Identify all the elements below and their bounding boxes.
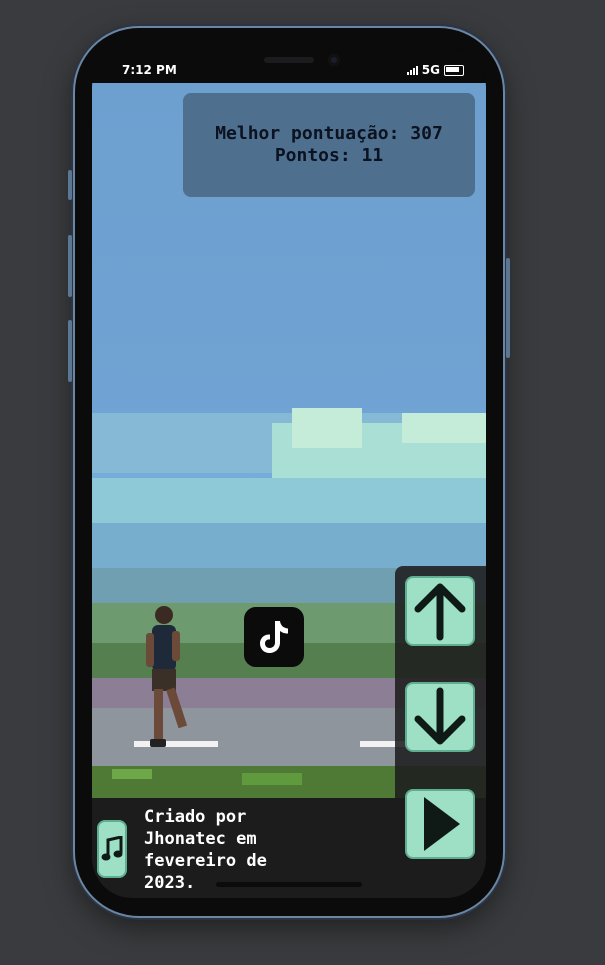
tiktok-logo-icon bbox=[260, 621, 288, 653]
play-button-face[interactable] bbox=[405, 789, 475, 859]
score-panel: Melhor pontuação: 307 Pontos: 11 bbox=[183, 93, 475, 197]
phone-screen: 7:12 PM 5G Melhor pontuação: 307 Pontos:… bbox=[92, 47, 486, 898]
tiktok-icon[interactable] bbox=[244, 607, 304, 667]
play-icon bbox=[424, 797, 460, 851]
grass-tuft bbox=[242, 773, 302, 785]
music-button[interactable] bbox=[97, 820, 127, 878]
cloud bbox=[402, 413, 486, 443]
home-indicator bbox=[216, 882, 362, 887]
volume-down-button bbox=[68, 320, 72, 382]
down-button[interactable] bbox=[405, 682, 475, 752]
controls-panel bbox=[395, 566, 486, 798]
speaker bbox=[264, 57, 314, 63]
camera bbox=[328, 54, 340, 66]
network-label: 5G bbox=[421, 63, 440, 77]
best-score: Melhor pontuação: 307 bbox=[215, 123, 443, 144]
volume-up-button bbox=[68, 235, 72, 297]
signal-icon bbox=[406, 65, 418, 75]
arrow-up-icon bbox=[414, 583, 466, 641]
mute-switch bbox=[68, 170, 72, 200]
cloud bbox=[292, 408, 362, 448]
game-area[interactable]: Melhor pontuação: 307 Pontos: 11 bbox=[92, 83, 486, 798]
up-button[interactable] bbox=[405, 576, 475, 646]
credit-text: Criado por Jhonatec em fevereiro de 2023… bbox=[144, 807, 267, 893]
notch bbox=[182, 47, 396, 79]
status-time: 7:12 PM bbox=[122, 63, 177, 77]
battery-icon bbox=[444, 64, 464, 76]
status-right: 5G bbox=[406, 63, 464, 77]
current-points: Pontos: 11 bbox=[274, 145, 384, 166]
status-bar: 7:12 PM 5G bbox=[92, 47, 486, 83]
music-note-icon bbox=[101, 836, 123, 861]
power-button bbox=[506, 258, 510, 358]
haze-band bbox=[92, 478, 486, 528]
runner-character bbox=[146, 606, 188, 747]
arrow-down-icon bbox=[414, 687, 466, 745]
